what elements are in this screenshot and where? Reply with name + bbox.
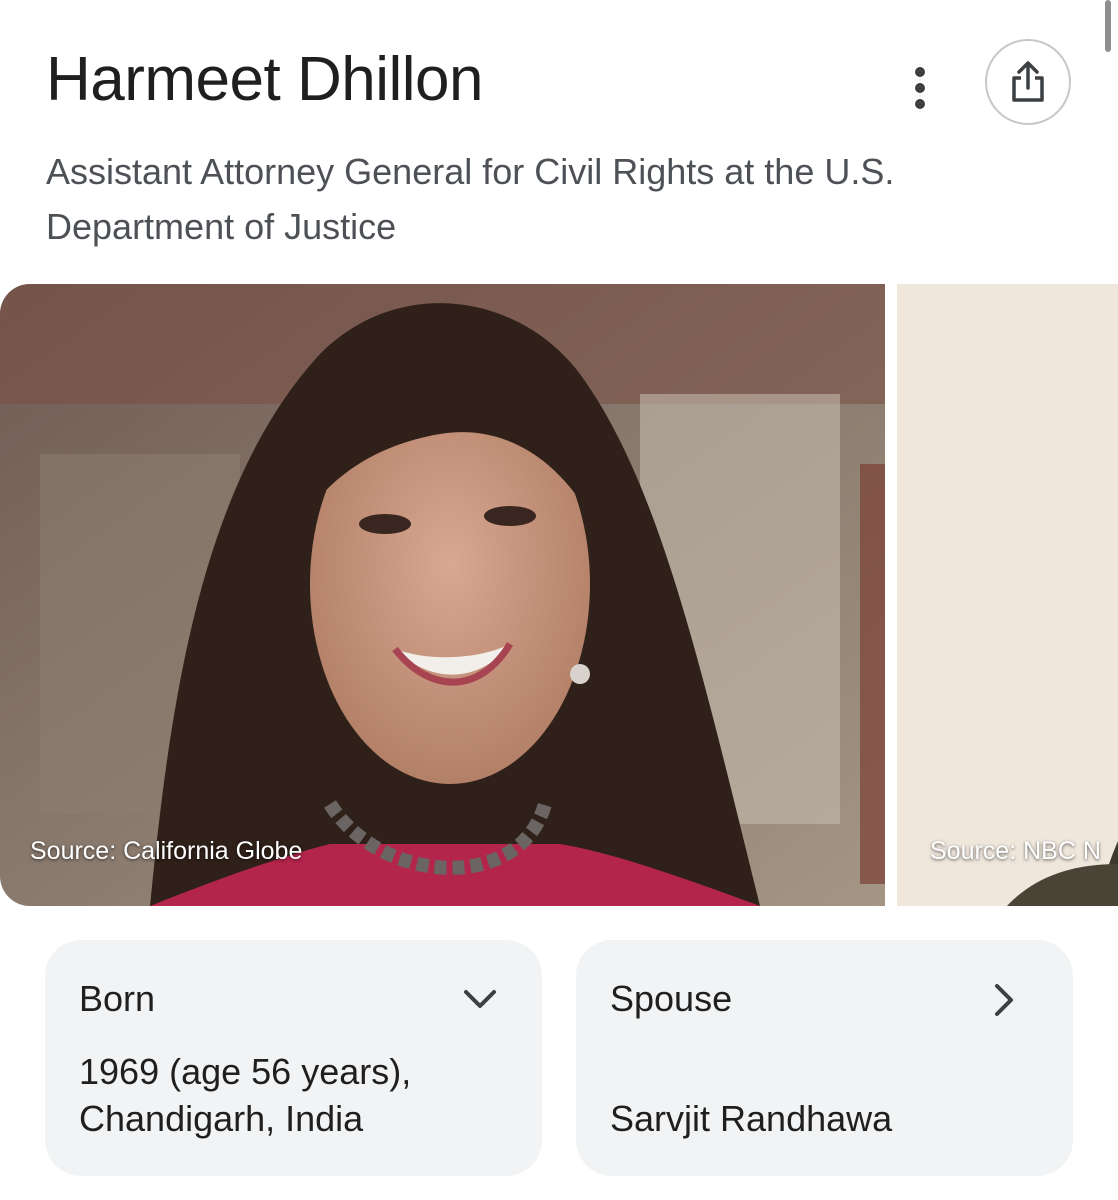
portrait-image — [0, 284, 885, 906]
portrait-image — [897, 284, 1118, 906]
spouse-value: Sarvjit Randhawa — [610, 1098, 893, 1139]
spouse-card[interactable]: Spouse Sarvjit Randhawa — [576, 940, 1073, 1176]
image-card[interactable]: Source: NBC N — [897, 284, 1118, 906]
page-title: Harmeet Dhillon — [46, 45, 484, 114]
image-source-label: Source: California Globe — [30, 837, 303, 865]
born-value: 1969 (age 56 years), Chandigarh, India — [79, 1051, 412, 1139]
page-subtitle: Assistant Attorney General for Civil Rig… — [46, 151, 895, 247]
more-options-button[interactable] — [895, 63, 945, 113]
scrollbar[interactable] — [1105, 0, 1111, 52]
born-label: Born — [79, 978, 156, 1019]
born-card[interactable]: Born 1969 (age 56 years), Chandigarh, In… — [45, 940, 542, 1176]
image-source-label: Source: NBC N — [930, 837, 1101, 865]
chevron-down-icon[interactable] — [460, 982, 500, 1018]
image-card[interactable]: Source: California Globe — [0, 284, 885, 906]
spouse-label: Spouse — [610, 978, 733, 1019]
share-icon — [1012, 61, 1044, 102]
chevron-right-icon[interactable] — [983, 982, 1023, 1018]
image-carousel[interactable]: Source: California Globe Source: NBC N — [0, 284, 1118, 906]
share-button[interactable] — [985, 39, 1071, 125]
more-vert-icon — [915, 67, 925, 109]
